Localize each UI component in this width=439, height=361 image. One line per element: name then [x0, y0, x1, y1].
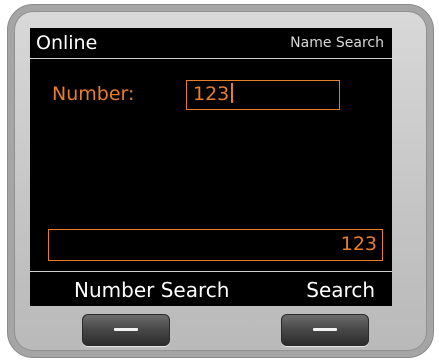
text-cursor [231, 83, 234, 103]
display-screen: Online Name Search Number: 123 123 Numbe… [30, 28, 392, 306]
status-title: Online [36, 32, 98, 54]
right-softkey-button[interactable] [281, 314, 369, 346]
search-result-box: 123 [48, 229, 383, 261]
softkey-number-search[interactable]: Number Search [74, 278, 229, 302]
left-softkey-button[interactable] [82, 314, 170, 346]
minus-icon [114, 328, 138, 331]
softkey-search[interactable]: Search [306, 278, 375, 302]
minus-icon [313, 328, 337, 331]
number-label: Number: [52, 83, 135, 105]
softkey-bar: Number Search Search [30, 271, 392, 307]
status-bar: Online Name Search [30, 28, 392, 59]
screen-name: Name Search [290, 35, 384, 51]
number-input-value: 123 [193, 83, 230, 105]
number-input[interactable]: 123 [186, 80, 340, 110]
search-result-value: 123 [340, 233, 377, 255]
